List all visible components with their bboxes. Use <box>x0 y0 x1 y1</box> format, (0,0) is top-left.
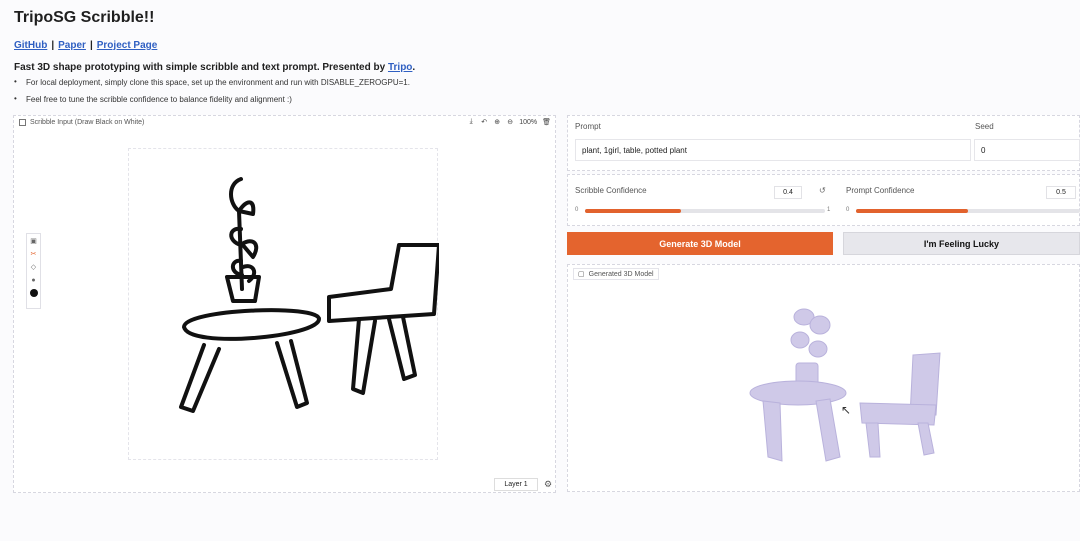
description: Fast 3D shape prototyping with simple sc… <box>14 62 415 73</box>
redo-icon[interactable]: ⊕ <box>493 118 501 126</box>
scribble-panel: Scribble Input (Draw Black on White) ⤓ ↶… <box>13 115 556 493</box>
prompt-confidence-slider[interactable] <box>856 209 1080 213</box>
prompt-input[interactable] <box>575 139 971 161</box>
sliders-panel <box>567 174 1080 226</box>
chair-leg <box>351 317 377 395</box>
project-page-link[interactable]: Project Page <box>97 40 158 51</box>
model-table-leg <box>762 400 783 462</box>
slider-fill <box>856 209 968 213</box>
model-chair-leg <box>865 422 881 458</box>
prompt-confidence-label: Prompt Confidence <box>846 186 915 195</box>
page-title: TripoSG Scribble!! <box>14 9 155 26</box>
tripo-link[interactable]: Tripo <box>388 62 412 73</box>
plant-leaf <box>229 177 243 213</box>
mouse-cursor-icon: ↖ <box>841 403 852 417</box>
generated-model-viewer[interactable] <box>568 265 1079 491</box>
header-links: GitHub | Paper | Project Page <box>14 40 157 51</box>
scribble-label: Scribble Input (Draw Black on White) <box>19 119 144 126</box>
info-bullets: For local deployment, simply clone this … <box>14 77 410 112</box>
model-plant-leaf <box>808 340 828 358</box>
model-panel: ▢ Generated 3D Model ↖ <box>567 264 1080 492</box>
description-end: . <box>412 62 416 73</box>
slider-max: 1 <box>827 207 831 213</box>
github-link[interactable]: GitHub <box>14 40 47 51</box>
brush-toolbar: ▣ ✂ ◇ ● <box>26 233 41 309</box>
slider-min: 0 <box>846 207 850 213</box>
model-chair-seat <box>859 402 937 426</box>
color-picker-icon[interactable]: ● <box>29 276 39 286</box>
scribble-confidence-value[interactable]: 0.4 <box>774 186 802 199</box>
bullet-item: For local deployment, simply clone this … <box>14 77 410 87</box>
link-separator: | <box>89 40 93 51</box>
undo-icon[interactable]: ↶ <box>480 118 488 126</box>
prompt-confidence-value[interactable]: 0.5 <box>1046 186 1076 199</box>
crop-tool-icon[interactable]: ✂ <box>29 250 39 260</box>
slider-fill <box>585 209 681 213</box>
zoom-level: 100% <box>519 118 538 126</box>
slider-min: 0 <box>575 207 579 213</box>
paper-link[interactable]: Paper <box>58 40 86 51</box>
model-table-leg <box>815 398 841 462</box>
chair-leg <box>387 315 417 381</box>
chair-back <box>327 243 439 323</box>
link-separator: | <box>51 40 55 51</box>
scribble-drawing <box>179 177 439 413</box>
scribble-confidence-slider[interactable] <box>585 209 825 213</box>
table-leg <box>275 339 309 409</box>
table-leg <box>179 343 221 413</box>
prompt-label: Prompt <box>575 122 601 131</box>
bullet-item: Feel free to tune the scribble confidenc… <box>14 94 410 104</box>
generate-button[interactable]: Generate 3D Model <box>567 232 833 255</box>
plant-leaf <box>237 200 256 216</box>
reset-icon[interactable]: ↺ <box>819 186 826 195</box>
table-top <box>182 308 321 341</box>
feeling-lucky-button[interactable]: I'm Feeling Lucky <box>843 232 1080 255</box>
image-icon <box>19 119 26 126</box>
plant-leaf <box>240 239 259 259</box>
scribble-canvas[interactable] <box>128 148 439 460</box>
seed-input[interactable] <box>974 139 1080 161</box>
image-tool-icon[interactable]: ▣ <box>29 237 39 247</box>
canvas-toolbar: ⤓ ↶ ⊕ ⊖ 100% 🗑 <box>467 118 551 126</box>
model-chair-leg <box>917 422 935 456</box>
scribble-confidence-label: Scribble Confidence <box>575 186 647 195</box>
model-plant-leaf <box>809 315 831 335</box>
brush-color-swatch[interactable] <box>29 289 38 297</box>
seed-label: Seed <box>975 122 994 131</box>
model-plant-leaf <box>790 331 810 349</box>
download-icon[interactable]: ⤓ <box>467 118 475 126</box>
eraser-tool-icon[interactable]: ◇ <box>29 263 39 273</box>
trash-icon[interactable]: 🗑 <box>542 118 551 126</box>
scribble-label-text: Scribble Input (Draw Black on White) <box>30 119 145 126</box>
zoom-icon[interactable]: ⊖ <box>506 118 514 126</box>
description-text: Fast 3D shape prototyping with simple sc… <box>14 62 388 73</box>
layers-icon[interactable]: ⚙ <box>544 479 552 490</box>
layer-select[interactable]: Layer 1 <box>494 478 538 491</box>
